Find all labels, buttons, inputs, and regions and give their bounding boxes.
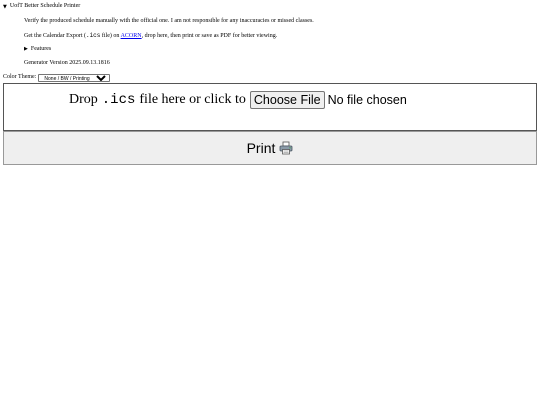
- features-label: Features: [30, 46, 52, 52]
- print-label: Print: [246, 139, 276, 156]
- export-instructions: Get the Calendar Export (.ics file) on A…: [24, 32, 277, 40]
- drop-code: .ics: [101, 91, 136, 108]
- collapsed-triangle-icon: ▶: [24, 46, 28, 52]
- app-title: UofT Better Schedule Printer: [9, 3, 81, 9]
- features-toggle[interactable]: ▶ Features: [24, 46, 51, 53]
- file-status: No file chosen: [327, 92, 407, 107]
- export-mid: file) on: [100, 33, 121, 39]
- printer-icon: [279, 141, 293, 155]
- export-prefix: Get the Calendar Export (: [24, 33, 86, 39]
- drop-prefix: Drop: [69, 91, 98, 107]
- choose-file-button[interactable]: Choose File: [249, 91, 325, 109]
- print-button[interactable]: Print: [3, 131, 537, 165]
- dropzone-content: Drop .ics file here or click to Choose F…: [69, 91, 407, 109]
- drop-suffix: file here or click to: [139, 91, 246, 107]
- version-text: Generator Version 2025.09.13.1816: [24, 60, 110, 66]
- ics-dropzone[interactable]: Drop .ics file here or click to Choose F…: [3, 83, 537, 131]
- disclaimer-text: Verify the produced schedule manually wi…: [24, 18, 314, 24]
- theme-row: Color Theme: None / BW / Printing: [3, 74, 111, 82]
- theme-label: Color Theme:: [3, 74, 37, 81]
- export-code: .ics: [85, 32, 101, 39]
- app-details-toggle[interactable]: ▼ UofT Better Schedule Printer: [3, 3, 80, 10]
- theme-select[interactable]: None / BW / Printing: [38, 74, 111, 82]
- acorn-link[interactable]: ACORN: [121, 33, 142, 39]
- expanded-triangle-icon: ▼: [3, 3, 7, 10]
- export-suffix: , drop here, then print or save as PDF f…: [141, 33, 278, 39]
